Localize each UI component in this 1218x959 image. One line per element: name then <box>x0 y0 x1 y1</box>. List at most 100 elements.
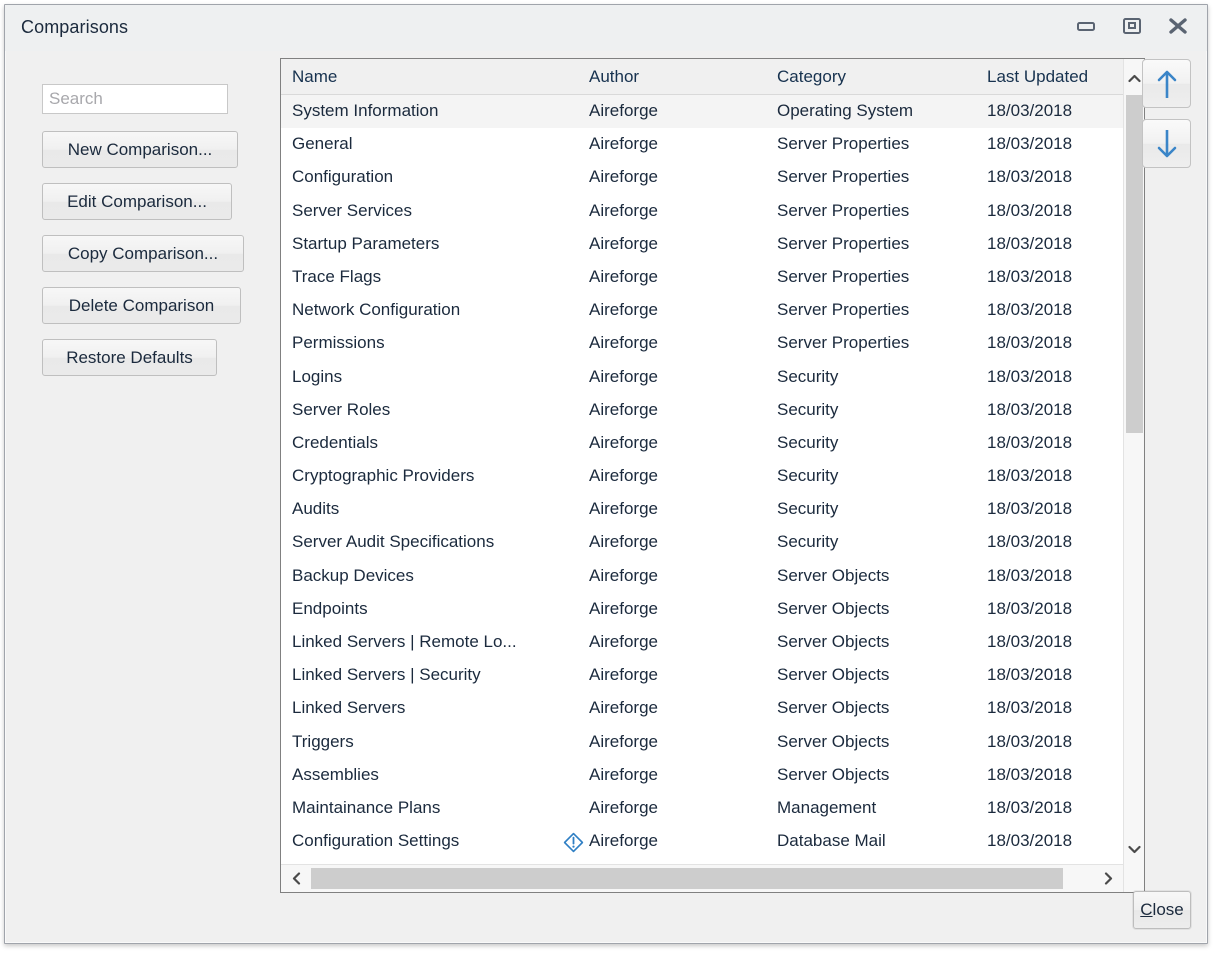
table-row[interactable]: System InformationAireforgeOperating Sys… <box>281 95 1123 128</box>
column-header-name[interactable]: Name <box>292 67 337 87</box>
cell-author: Aireforge <box>589 599 769 619</box>
table-row[interactable]: Startup Parameters Aireforge Server Proper… <box>281 228 1123 261</box>
column-header-category[interactable]: Category <box>777 67 846 87</box>
cell-author: Aireforge <box>589 267 769 287</box>
table-row[interactable]: Backup DevicesAireforgeServer Objects18/… <box>281 560 1123 593</box>
cell-name: Maintainance Plans <box>292 798 547 818</box>
cell-date: 18/03/2018 <box>987 433 1117 453</box>
cell-author: Aireforge <box>589 765 769 785</box>
move-up-button[interactable] <box>1142 59 1191 108</box>
side-button-2[interactable]: Copy Comparison... <box>42 235 244 272</box>
cell-date: 18/03/2018 <box>987 267 1117 287</box>
cell-author: Aireforge <box>589 798 769 818</box>
scroll-left-button[interactable] <box>283 865 309 892</box>
table-row[interactable]: GeneralAireforgeServer Properties18/03/2… <box>281 128 1123 161</box>
table-row[interactable]: Trace FlagsAireforgeServer Properties18/… <box>281 261 1123 294</box>
table-row[interactable]: CredentialsAireforgeSecurity18/03/2018 <box>281 427 1123 460</box>
cell-name: General <box>292 134 547 154</box>
cell-name: Configuration Settings <box>292 831 547 851</box>
cell-name: Endpoints <box>292 599 547 619</box>
cell-name: Assemblies <box>292 765 547 785</box>
table-row[interactable]: Server ServicesAireforgeServer Propertie… <box>281 195 1123 228</box>
table-row[interactable]: Server Audit SpecificationsAireforgeSecu… <box>281 526 1123 559</box>
side-button-4[interactable]: Restore Defaults <box>42 339 217 376</box>
cell-date: 18/03/2018 <box>987 798 1117 818</box>
cell-author: Aireforge <box>589 234 769 254</box>
cell-date: 18/03/2018 <box>987 698 1117 718</box>
cell-date: 18/03/2018 <box>987 765 1117 785</box>
column-header-author[interactable]: Author <box>589 67 639 87</box>
column-header-date[interactable]: Last Updated <box>987 67 1088 87</box>
table-row[interactable]: LoginsAireforgeSecurity18/03/2018 <box>281 361 1123 394</box>
cell-category: Server Objects <box>777 632 972 652</box>
restore-icon <box>1121 16 1143 36</box>
cell-author: Aireforge <box>589 433 769 453</box>
cell-category: Database Mail <box>777 831 972 851</box>
table-row[interactable]: Maintainance PlansAireforgeManagement18/… <box>281 792 1123 825</box>
chevron-right-icon <box>1104 872 1113 885</box>
close-button[interactable]: Close <box>1133 891 1191 929</box>
table-row[interactable]: ConfigurationAireforgeServer Properties1… <box>281 161 1123 194</box>
minimize-icon <box>1075 19 1097 33</box>
window-title: Comparisons <box>21 17 128 38</box>
cell-author: Aireforge <box>589 333 769 353</box>
table-row[interactable]: Cryptographic ProvidersAireforgeSecurity… <box>281 460 1123 493</box>
cell-category: Server Objects <box>777 732 972 752</box>
cell-category: Security <box>777 367 972 387</box>
table-row[interactable]: TriggersAireforgeServer Objects18/03/201… <box>281 726 1123 759</box>
vertical-scrollbar[interactable] <box>1123 59 1144 892</box>
cell-name: Startup Parameters <box>292 234 547 254</box>
table-row[interactable]: AssembliesAireforgeServer Objects18/03/2… <box>281 759 1123 792</box>
table-row[interactable]: Configuration SettingsAireforgeDatabase … <box>281 825 1123 858</box>
comparisons-list[interactable]: Name Author Category Last Updated System In… <box>280 58 1145 893</box>
horizontal-scroll-thumb[interactable] <box>311 868 1063 889</box>
search-input[interactable] <box>42 84 228 114</box>
side-button-0[interactable]: New Comparison... <box>42 131 238 168</box>
cell-category: Server Objects <box>777 698 972 718</box>
cell-name: Permissions <box>292 333 547 353</box>
cell-name: Network Configuration <box>292 300 547 320</box>
table-row[interactable]: Network ConfigurationAireforgeServer Pro… <box>281 294 1123 327</box>
horizontal-scrollbar[interactable] <box>281 864 1123 892</box>
table-row[interactable]: Linked Servers | SecurityAireforgeServer… <box>281 659 1123 692</box>
cell-category: Server Properties <box>777 267 972 287</box>
cell-category: Server Properties <box>777 234 972 254</box>
cell-date: 18/03/2018 <box>987 732 1117 752</box>
cell-date: 18/03/2018 <box>987 566 1117 586</box>
cell-date: 18/03/2018 <box>987 300 1117 320</box>
cell-date: 18/03/2018 <box>987 367 1117 387</box>
side-button-3[interactable]: Delete Comparison <box>42 287 241 324</box>
table-row[interactable]: PermissionsAireforgeServer Properties18/… <box>281 327 1123 360</box>
list-inner: Name Author Category Last Updated System In… <box>281 59 1123 892</box>
table-row[interactable]: Linked Servers | Remote Lo...AireforgeSe… <box>281 626 1123 659</box>
cell-category: Server Properties <box>777 300 972 320</box>
cell-author: Aireforge <box>589 732 769 752</box>
scroll-right-button[interactable] <box>1095 865 1121 892</box>
cell-date: 18/03/2018 <box>987 665 1117 685</box>
table-row[interactable]: Linked ServersAireforgeServer Objects18/… <box>281 692 1123 725</box>
cell-date: 18/03/2018 <box>987 599 1117 619</box>
arrow-up-icon <box>1154 68 1180 100</box>
cell-name: Logins <box>292 367 547 387</box>
side-button-1[interactable]: Edit Comparison... <box>42 183 232 220</box>
title-bar: Comparisons <box>5 5 1207 51</box>
scroll-down-button[interactable] <box>1124 838 1144 860</box>
table-row[interactable]: Endpoints Aireforge Server Objects 18/03/20… <box>281 593 1123 626</box>
cell-author: Aireforge <box>589 134 769 154</box>
minimize-button[interactable] <box>1063 9 1109 43</box>
cell-category: Server Objects <box>777 599 972 619</box>
cell-name: Linked Servers | Security <box>292 665 547 685</box>
cell-category: Server Properties <box>777 134 972 154</box>
close-window-button[interactable] <box>1155 9 1201 43</box>
scroll-up-button[interactable] <box>1124 67 1144 89</box>
cell-date: 18/03/2018 <box>987 499 1117 519</box>
table-row[interactable]: AuditsAireforgeSecurity18/03/2018 <box>281 493 1123 526</box>
move-down-button[interactable] <box>1142 119 1191 168</box>
cell-name: Cryptographic Providers <box>292 466 547 486</box>
cell-category: Security <box>777 532 972 552</box>
vertical-scroll-thumb[interactable] <box>1126 95 1143 433</box>
restore-button[interactable] <box>1109 9 1155 43</box>
cell-author: Aireforge <box>589 532 769 552</box>
table-row[interactable]: Server RolesAireforgeSecurity18/03/2018 <box>281 394 1123 427</box>
cell-category: Server Properties <box>777 167 972 187</box>
